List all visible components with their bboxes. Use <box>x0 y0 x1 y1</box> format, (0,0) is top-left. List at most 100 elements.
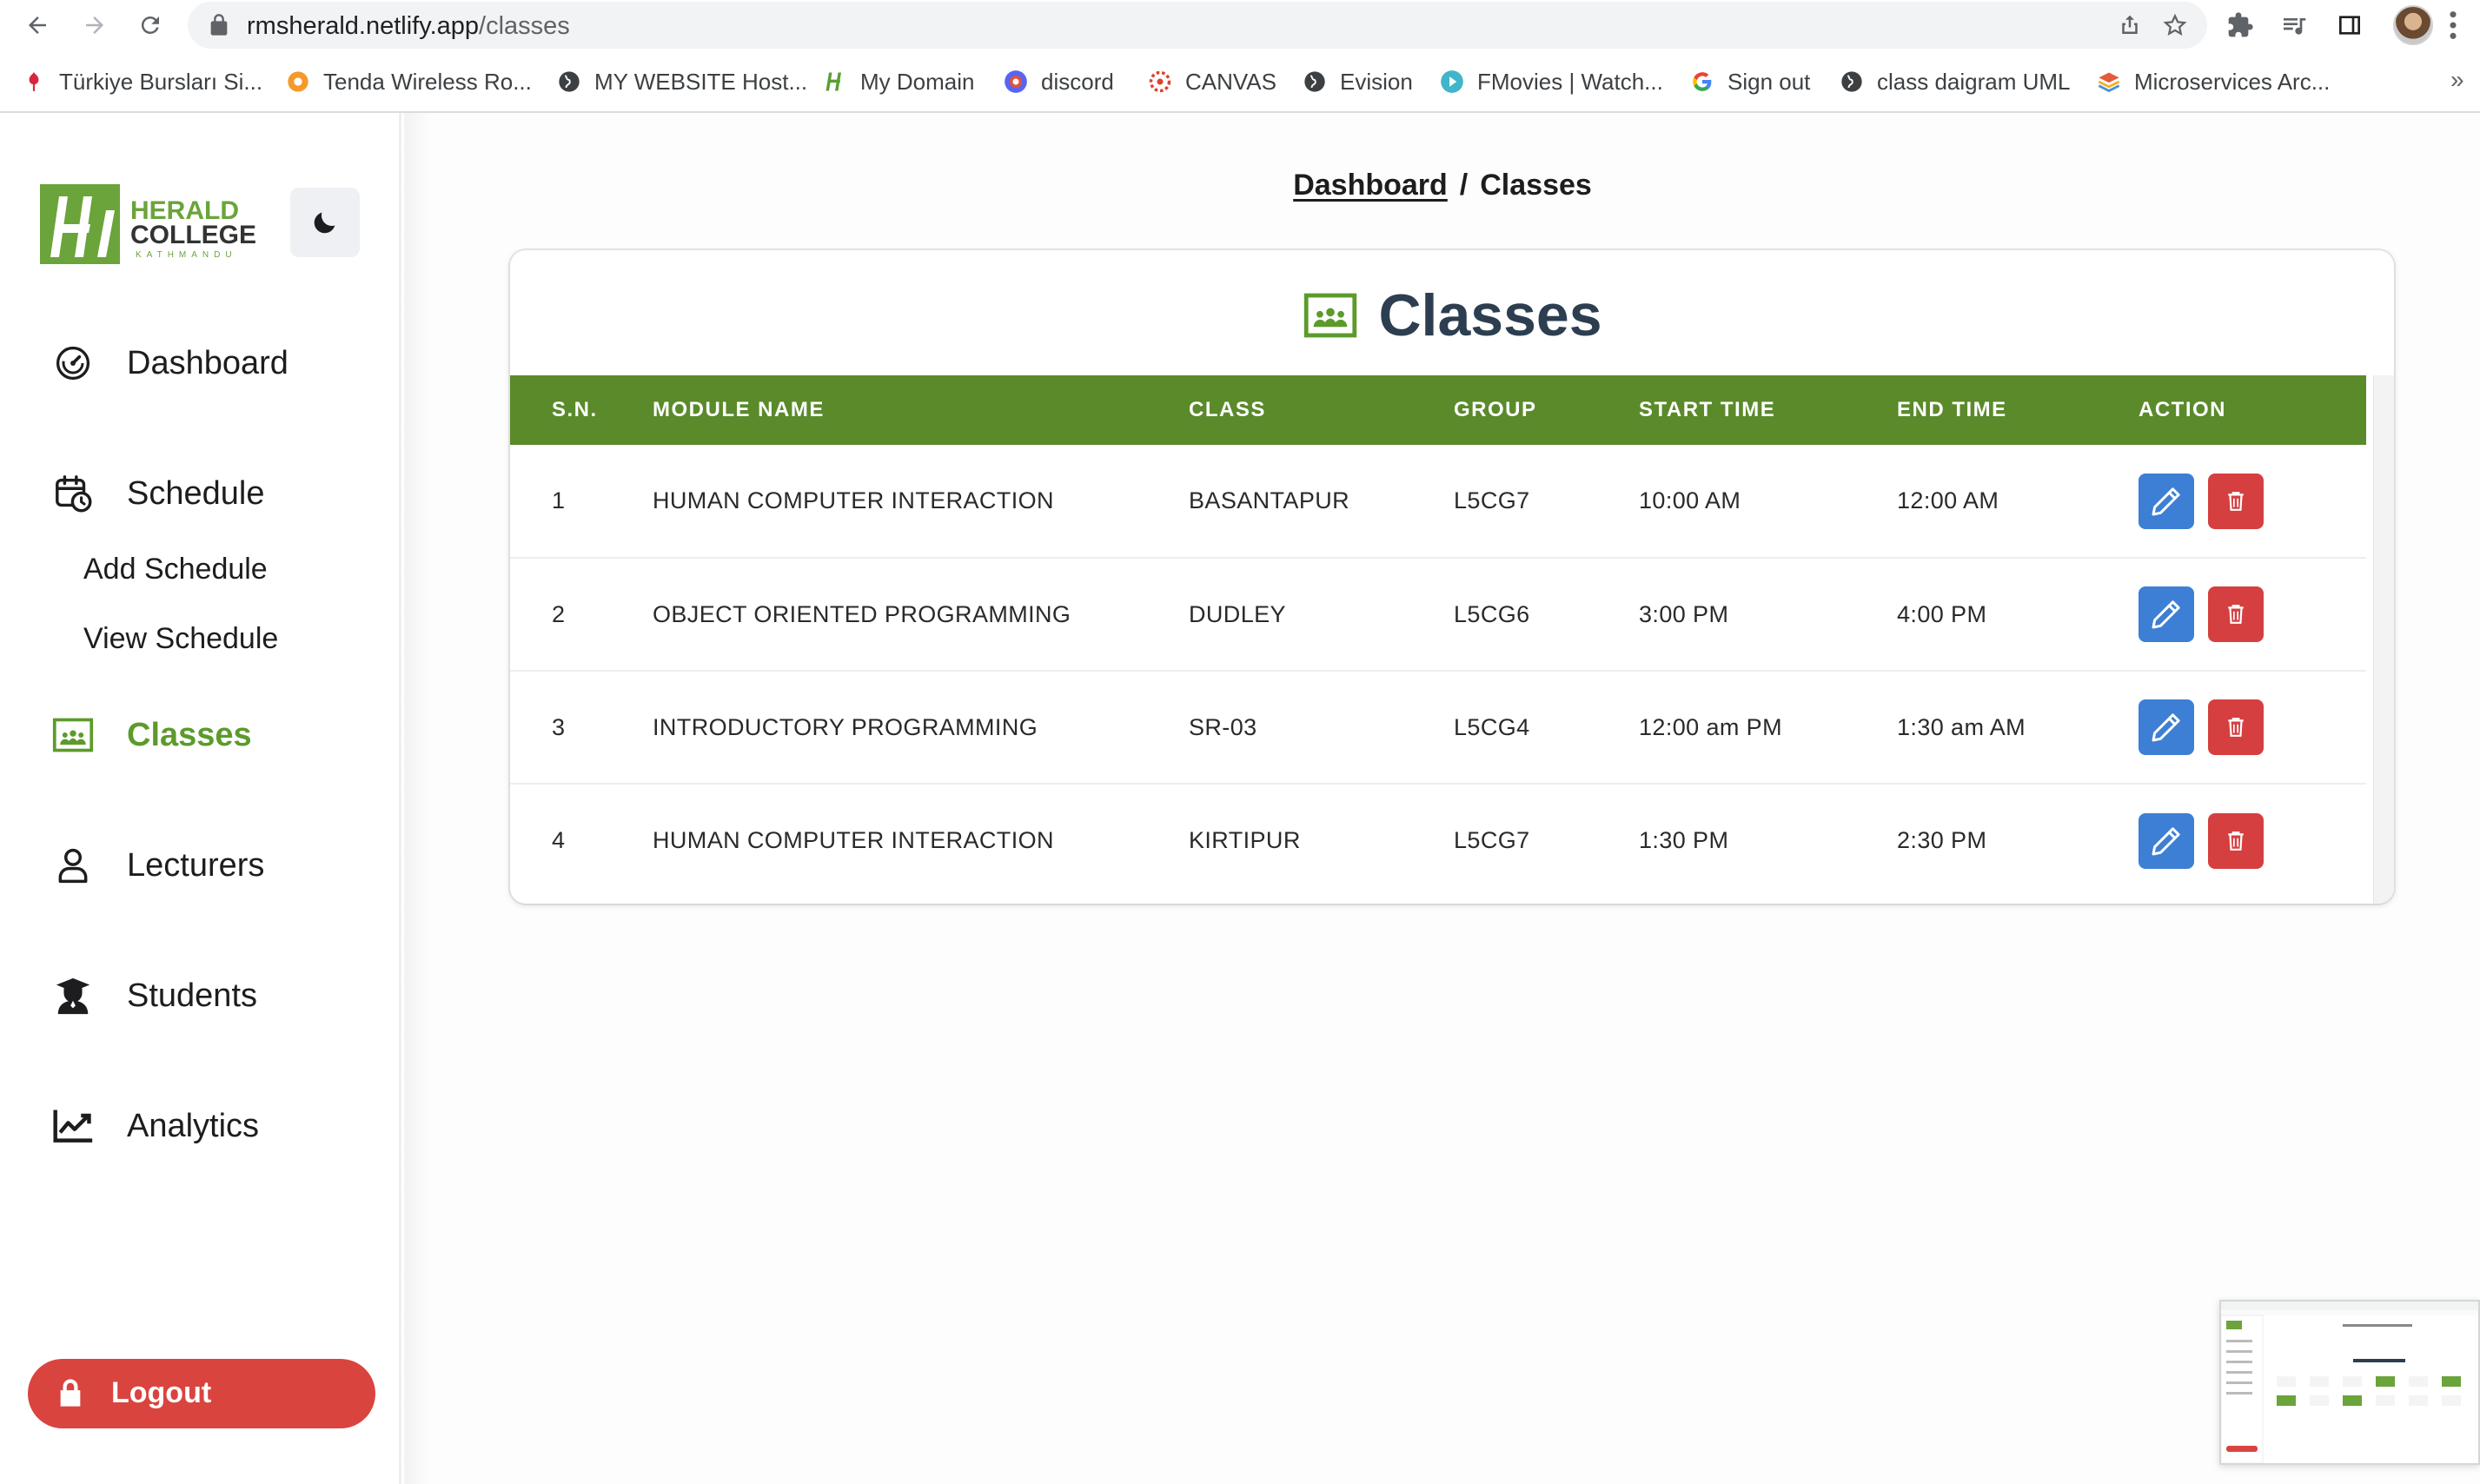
sidebar-item-classes[interactable]: Classes <box>52 714 252 756</box>
sidebar-item-label: Analytics <box>127 1107 260 1144</box>
bookmark-item[interactable]: class daigram UML <box>1839 64 2071 99</box>
h-logo-icon <box>822 69 848 95</box>
column-header-start-time[interactable]: START TIME <box>1639 375 1897 445</box>
sidebar-item-schedule[interactable]: Schedule <box>52 473 264 514</box>
trash-icon <box>2228 831 2244 851</box>
bookmark-item[interactable]: Evision <box>1302 64 1413 99</box>
reload-button[interactable] <box>130 5 170 45</box>
address-bar[interactable]: rmsherald.netlify.app/classes <box>188 2 2207 49</box>
sidebar-item-lecturers[interactable]: Lecturers <box>52 845 264 886</box>
cell-class: DUDLEY <box>1189 558 1454 672</box>
screenshot-thumbnail[interactable] <box>2219 1300 2480 1465</box>
pencil-icon <box>2152 487 2180 515</box>
table-scrollbar[interactable] <box>2373 375 2394 904</box>
delete-button[interactable] <box>2208 812 2264 869</box>
cell-end-time: 1:30 am AM <box>1897 671 2139 785</box>
graduate-icon <box>52 975 94 1017</box>
breadcrumb-separator: / <box>1459 169 1469 202</box>
reload-icon <box>141 16 159 34</box>
bookmark-label: discord <box>1041 68 1114 95</box>
sidebar-item-students[interactable]: Students <box>52 975 257 1017</box>
bookmark-item[interactable]: Tenda Wireless Ro... <box>285 64 532 99</box>
back-button[interactable] <box>17 5 57 45</box>
delete-button[interactable] <box>2208 699 2264 755</box>
main-content: Dashboard / Classes Classes S.N. MODULE NA… <box>404 113 2480 1484</box>
lock-icon <box>60 1379 81 1407</box>
share-icon[interactable] <box>2117 12 2143 38</box>
logo-mark-icon <box>40 184 120 264</box>
discord-icon <box>1003 69 1029 95</box>
edit-button[interactable] <box>2139 586 2194 642</box>
sidebar-item-label: Dashboard <box>127 344 288 381</box>
column-header-class[interactable]: CLASS <box>1189 375 1454 445</box>
cell-sn: 1 <box>510 445 653 559</box>
star-icon[interactable] <box>2162 12 2188 38</box>
classroom-icon <box>1304 293 1357 338</box>
puzzle-icon <box>2228 12 2253 37</box>
bookmarks-overflow-button[interactable]: » <box>2450 66 2464 94</box>
side-panel-icon[interactable] <box>2334 10 2365 41</box>
bookmarks-bar: Türkiye Bursları Si... Tenda Wireless Ro… <box>0 50 2480 113</box>
thumbnail-preview-image <box>2220 1302 2478 1464</box>
cell-class: KIRTIPUR <box>1189 827 1301 853</box>
pencil-icon <box>2152 713 2180 742</box>
dark-mode-toggle[interactable] <box>290 188 360 257</box>
card-title: Classes <box>510 282 2394 349</box>
edit-button[interactable] <box>2139 699 2194 755</box>
chart-line-icon <box>52 1105 94 1147</box>
gauge-icon <box>52 342 94 384</box>
playlist-icon <box>2284 18 2306 35</box>
profile-avatar[interactable] <box>2393 5 2433 45</box>
user-icon <box>52 845 94 886</box>
column-header-sn[interactable]: S.N. <box>510 375 653 445</box>
bookmark-item[interactable]: discord <box>1003 64 1114 99</box>
cell-group: L5CG6 <box>1454 558 1639 672</box>
table-header-row: S.N. MODULE NAME CLASS GROUP START TIME … <box>510 375 2366 445</box>
sidebar-shadow <box>404 113 430 1484</box>
delete-button[interactable] <box>2208 473 2264 529</box>
cell-start-time: 12:00 am PM <box>1639 671 1897 785</box>
breadcrumb-current: Classes <box>1480 169 1592 202</box>
moon-icon <box>314 212 335 234</box>
table-row: 4 HUMAN COMPUTER INTERACTION KIRTIPUR L5… <box>510 784 2366 897</box>
cell-action <box>2139 445 2366 559</box>
cell-module-name: OBJECT ORIENTED PROGRAMMING <box>653 558 1189 672</box>
bookmark-item[interactable]: Microservices Arc... <box>2096 64 2330 99</box>
bookmark-item[interactable]: My Domain <box>822 64 974 99</box>
bookmark-item[interactable]: MY WEBSITE Host... <box>556 64 807 99</box>
sidebar-item-analytics[interactable]: Analytics <box>52 1105 259 1147</box>
column-header-action: ACTION <box>2139 375 2366 445</box>
cell-action <box>2139 671 2366 785</box>
logout-button[interactable]: Logout <box>28 1359 375 1428</box>
breadcrumb: Dashboard / Classes <box>404 169 2480 202</box>
breadcrumb-dashboard-link[interactable]: Dashboard <box>1293 169 1448 202</box>
column-header-end-time[interactable]: END TIME <box>1897 375 2139 445</box>
cell-module-name: HUMAN COMPUTER INTERACTION <box>653 445 1189 559</box>
bookmark-item[interactable]: FMovies | Watch... <box>1439 64 1663 99</box>
column-header-module-name[interactable]: MODULE NAME <box>653 375 1189 445</box>
bookmark-item[interactable]: CANVAS <box>1147 64 1276 99</box>
column-header-group[interactable]: GROUP <box>1454 375 1639 445</box>
herald-college-logo[interactable]: HERALD COLLEGE KATHMANDU <box>40 179 256 266</box>
more-vert-icon[interactable] <box>2449 10 2457 40</box>
edit-button[interactable] <box>2139 812 2194 869</box>
globe-icon <box>1839 69 1865 95</box>
sidebar: HERALD COLLEGE KATHMANDU Dashboard Sched… <box>0 113 401 1484</box>
sidebar-subitem-view-schedule[interactable]: View Schedule <box>83 622 278 656</box>
logout-label: Logout <box>111 1376 212 1409</box>
forward-button[interactable] <box>75 5 115 45</box>
bookmark-item[interactable]: Türkiye Bursları Si... <box>21 64 262 99</box>
sidebar-item-dashboard[interactable]: Dashboard <box>52 342 288 384</box>
bookmark-item[interactable]: Sign out <box>1689 64 1810 99</box>
sidebar-subitem-add-schedule[interactable]: Add Schedule <box>83 553 268 586</box>
sidebar-item-label: Classes <box>127 716 252 753</box>
sidebar-item-label: Schedule <box>127 474 265 512</box>
classroom-icon <box>52 714 94 756</box>
delete-button[interactable] <box>2208 586 2264 642</box>
cell-action <box>2139 558 2366 672</box>
cell-module-name: HUMAN COMPUTER INTERACTION <box>653 827 1054 853</box>
media-controls-icon[interactable] <box>2278 10 2310 41</box>
url-path: /classes <box>479 12 570 40</box>
extensions-icon[interactable] <box>2225 10 2256 41</box>
edit-button[interactable] <box>2139 473 2194 529</box>
